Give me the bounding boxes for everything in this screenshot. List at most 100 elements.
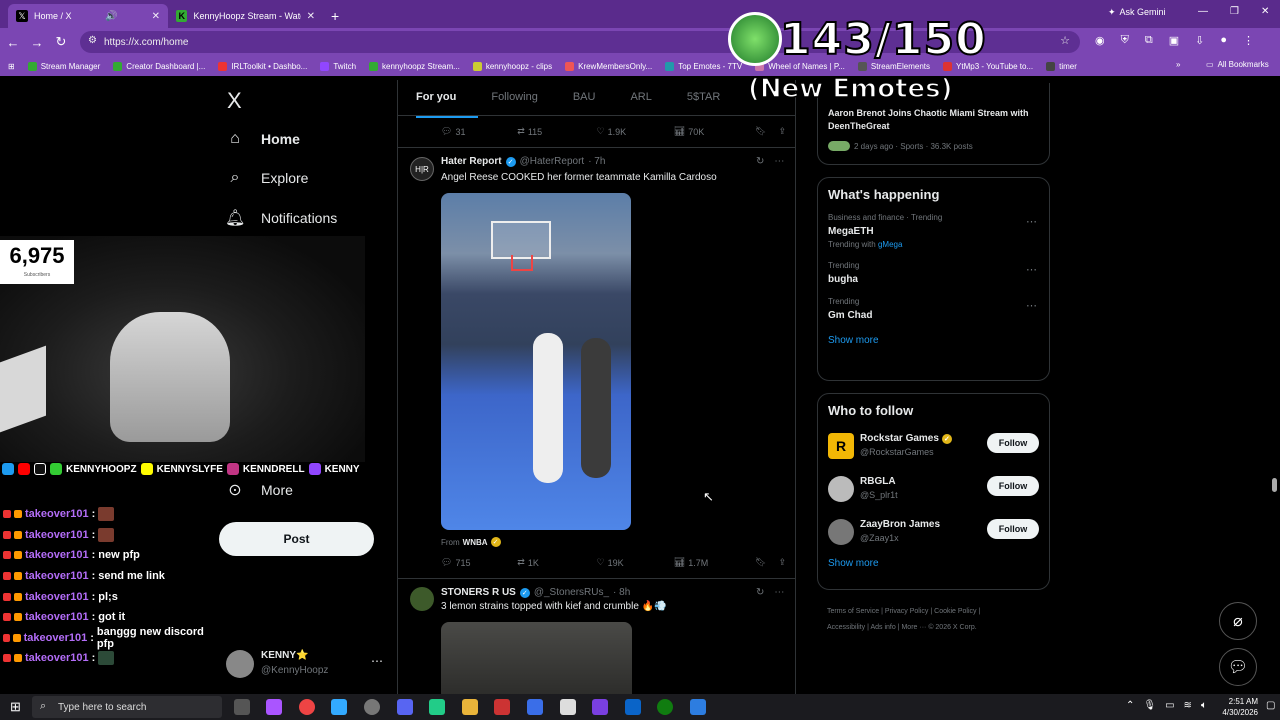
chrome-icon[interactable] <box>299 699 315 715</box>
bookmark-item[interactable]: Creator Dashboard |... <box>113 61 205 71</box>
extension-icon[interactable]: ◉ <box>1095 34 1105 47</box>
obs-icon[interactable] <box>364 699 380 715</box>
follow-suggestion[interactable]: RBGLA @S_plr1t Follow <box>818 470 1049 513</box>
back-icon[interactable]: ← <box>2 35 24 50</box>
author-name[interactable]: Hater Report <box>441 156 502 167</box>
mute-icon[interactable]: 🔊 <box>105 11 117 22</box>
store-icon[interactable] <box>331 699 347 715</box>
bookmark-item[interactable]: Stream Manager <box>27 61 100 71</box>
footer-link[interactable]: Accessibility <box>827 624 865 631</box>
follow-suggestion[interactable]: ZaayBron James @Zaay1x Follow <box>818 513 1049 556</box>
bookmark-item[interactable]: timer <box>1046 61 1077 71</box>
grok-icon[interactable]: ↻ <box>756 156 764 167</box>
nav-more[interactable]: ⊙ More <box>225 480 293 500</box>
show-more-link[interactable]: Show more <box>818 556 1049 579</box>
tweet-image[interactable] <box>441 622 632 694</box>
author-handle[interactable]: @_StonersRUs_ <box>534 587 609 598</box>
bookmark-item[interactable]: kennyhoopz Stream... <box>369 61 460 71</box>
grok-icon[interactable]: ⌀ <box>1219 602 1257 640</box>
tweet-time[interactable]: · 7h <box>588 156 605 167</box>
tab-following[interactable]: Following <box>473 80 554 115</box>
bookmark-item[interactable]: KrewMembersOnly... <box>565 61 652 71</box>
post-button[interactable]: Post <box>219 522 374 556</box>
discord-icon[interactable] <box>397 699 413 715</box>
taskbar-clock[interactable]: 2:51 AM 4/30/2026 <box>1222 696 1258 718</box>
follow-button[interactable]: Follow <box>987 433 1039 453</box>
grok-icon[interactable]: ↻ <box>756 587 764 598</box>
chevron-up-icon[interactable]: ⌃ <box>1126 700 1134 711</box>
xbox-icon[interactable] <box>657 699 673 715</box>
like-button[interactable]: ♡ 19K <box>597 557 674 568</box>
account-switcher[interactable]: KENNY⭐ @KennyHoopz ⋯ <box>226 648 386 680</box>
voicemeeter-icon[interactable] <box>494 699 510 715</box>
tab-arl[interactable]: ARL <box>612 80 668 115</box>
apps-icon[interactable]: ⊞ <box>8 62 15 71</box>
bookmark-star-icon[interactable]: ☆ <box>1060 34 1070 47</box>
bookmarks-overflow-icon[interactable]: » <box>1176 60 1180 69</box>
tab-kenny-stream[interactable]: K KennyHoopz Stream - Watch Li ✕ <box>168 4 323 28</box>
close-window-icon[interactable]: ✕ <box>1261 6 1269 17</box>
menu-icon[interactable]: ⋮ <box>1243 34 1254 47</box>
tab-for-you[interactable]: For you <box>398 80 473 115</box>
tweet-time[interactable]: · 8h <box>613 587 630 598</box>
puzzle-icon[interactable]: ⧉ <box>1145 34 1153 47</box>
more-dots-icon[interactable]: ⋯ <box>1026 215 1037 228</box>
more-dots-icon[interactable]: ⋯ <box>1026 299 1037 312</box>
copilot-icon[interactable] <box>266 699 282 715</box>
reply-button[interactable]: 💬︎ 31 <box>441 126 517 137</box>
task-view-icon[interactable] <box>234 699 250 715</box>
microphone-icon[interactable]: 🎙︎ <box>1143 700 1156 711</box>
page-scrollbar[interactable] <box>1272 478 1277 492</box>
nav-home[interactable]: ⌂ Home <box>225 130 300 148</box>
more-dots-icon[interactable]: ⋯ <box>1026 263 1037 276</box>
trend-item[interactable]: Trending Gm Chad ⋯ <box>818 295 1049 331</box>
repost-button[interactable]: ⇄ 1K <box>517 557 596 568</box>
author-handle[interactable]: @HaterReport <box>520 156 585 167</box>
downloads-icon[interactable]: ⇩ <box>1195 34 1204 47</box>
shield-icon[interactable]: ⛨ <box>1121 34 1129 47</box>
show-more-link[interactable]: Show more <box>818 331 1049 356</box>
source-account[interactable]: WNBA <box>463 538 488 547</box>
close-tab-icon[interactable]: ✕ <box>152 11 160 22</box>
capcut-icon[interactable] <box>560 699 576 715</box>
all-bookmarks-button[interactable]: ▭ All Bookmarks <box>1206 60 1269 69</box>
x-home-logo[interactable]: X <box>227 88 242 114</box>
footer-link[interactable]: Privacy Policy <box>885 608 929 615</box>
bookmark-item[interactable]: IRLToolkit • Dashbo... <box>218 61 307 71</box>
minimize-icon[interactable]: — <box>1198 6 1208 17</box>
bookmark-item[interactable]: kennyhoopz - clips <box>472 61 552 71</box>
trend-item[interactable]: Business and finance · Trending MegaETH … <box>818 211 1049 259</box>
bookmark-icon[interactable]: 🔖︎ <box>755 557 766 568</box>
forward-icon[interactable]: → <box>26 35 48 50</box>
messages-icon[interactable]: 💬︎ <box>1219 648 1257 686</box>
file-explorer-icon[interactable] <box>462 699 478 715</box>
wifi-icon[interactable]: ≋ <box>1184 700 1192 711</box>
ask-gemini-button[interactable]: ✦ Ask Gemini <box>1108 7 1166 18</box>
views-button[interactable]: 📊︎ 70K <box>674 126 755 137</box>
nav-notifications[interactable]: 🔔︎ Notifications <box>225 208 337 228</box>
tab-5star[interactable]: 5$TAR <box>669 80 737 115</box>
volume-icon[interactable]: 🔈︎ <box>1201 700 1207 711</box>
repost-button[interactable]: ⇄ 115 <box>517 126 596 137</box>
bookmark-item[interactable]: Top Emotes - 7TV <box>665 61 742 71</box>
follow-suggestion[interactable]: R Rockstar Games ✓ @RockstarGames Follow <box>818 427 1049 470</box>
follow-button[interactable]: Follow <box>987 476 1039 496</box>
avatar[interactable]: H|R <box>410 157 434 181</box>
tweet-video[interactable] <box>441 193 631 530</box>
sidepanel-icon[interactable]: ▣ <box>1169 34 1179 47</box>
trend-link[interactable]: gMega <box>878 240 902 249</box>
reply-button[interactable]: 💬︎ 715 <box>441 557 517 568</box>
tab-home-x[interactable]: 𝕏 Home / X 🔊 ✕ <box>8 4 168 28</box>
footer-link[interactable]: More ··· <box>901 624 926 631</box>
app-icon[interactable] <box>690 699 706 715</box>
close-tab-icon[interactable]: ✕ <box>307 11 315 22</box>
bookmark-icon[interactable]: 🔖︎ <box>755 126 766 137</box>
more-dots-icon[interactable]: ⋯ <box>774 587 784 598</box>
network-icon[interactable]: ▭ <box>1165 700 1174 711</box>
follow-button[interactable]: Follow <box>987 519 1039 539</box>
footer-link[interactable]: Terms of Service <box>827 608 879 615</box>
app-icon[interactable] <box>592 699 608 715</box>
share-icon[interactable]: ⇪ <box>778 557 786 568</box>
bookmark-item[interactable]: Twitch <box>320 61 356 71</box>
footer-link[interactable]: Ads info <box>870 624 895 631</box>
